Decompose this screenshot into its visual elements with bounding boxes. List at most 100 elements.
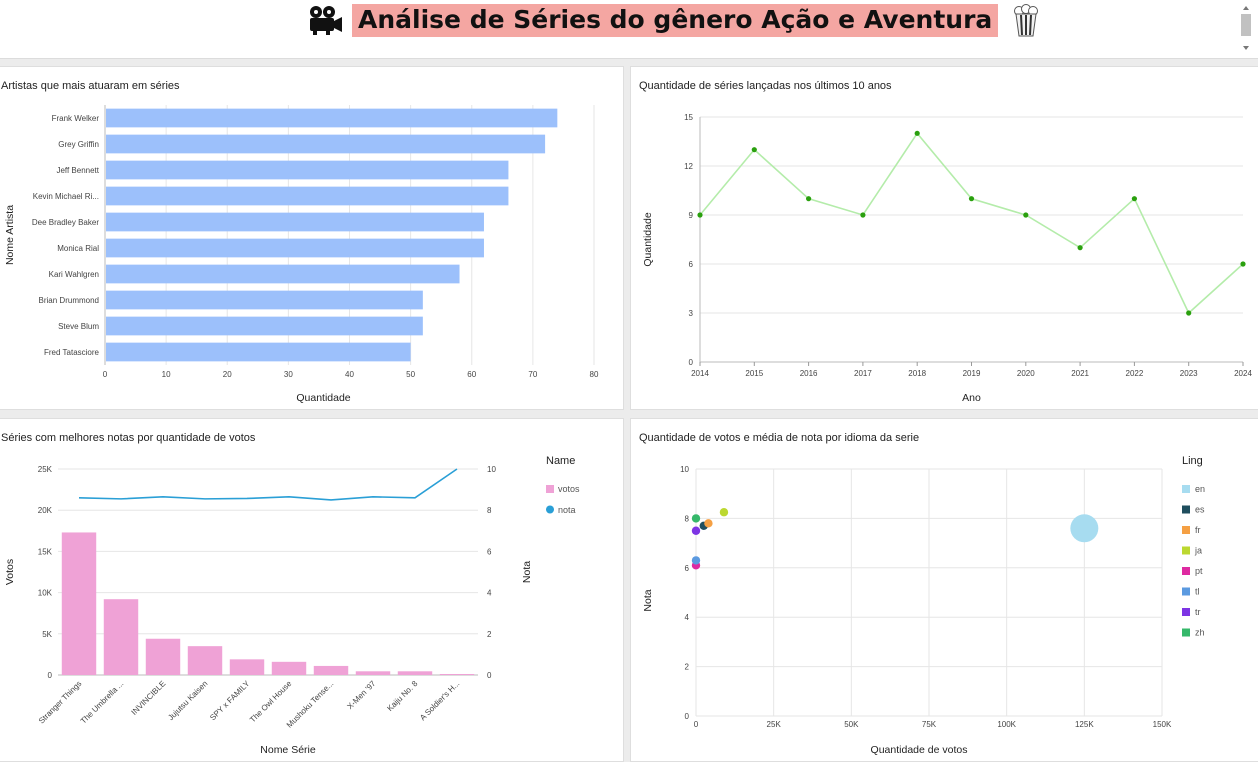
legend-label-ja: ja [1194,546,1202,556]
x-tick-label: 2024 [1234,369,1252,378]
x-tick-label: 20 [223,370,232,379]
series-line [699,131,1244,315]
bubble-zh [691,514,701,523]
data-point [806,196,812,202]
y-tick-label: 4 [685,613,690,622]
y-tick-label: 25K [38,465,53,474]
y-tick-label: 0 [689,358,694,367]
x-tick-label: Jujutsu Kaisen [166,679,209,722]
legend-label-nota: nota [558,505,576,515]
y-tick-label: 10 [680,465,689,474]
y-tick-label: Grey Griffin [58,140,99,149]
bar [355,671,391,675]
x-tick-label: 80 [590,370,599,379]
x-axis-label: Nome Série [260,744,316,756]
scroll-up-arrow-icon[interactable] [1243,6,1249,10]
y-tick-label: 2 [685,663,690,672]
y-tick-label: 10K [38,589,53,598]
page-scrollbar[interactable] [1240,4,1252,54]
y-tick-label: Dee Bradley Baker [32,218,99,227]
x-tick-label: X-Men '97 [345,679,377,711]
x-tick-label: Kaiju No. 8 [385,679,419,713]
y-tick-label: 0 [685,712,690,721]
y-tick-label: 6 [689,260,694,269]
legend-label-tr: tr [1195,607,1201,617]
x-tick-label: 75K [922,720,937,729]
x-tick-label: 70 [528,370,537,379]
y-tick-label: Fred Tatasciore [44,348,100,357]
y2-tick-label: 4 [487,589,492,598]
bubble-en [1070,514,1099,543]
bar [106,134,546,154]
film-camera-icon [310,6,342,35]
bar [106,160,509,180]
legend-swatch-nota [546,505,554,514]
data-point [1077,245,1083,251]
x-axis-label: Quantidade de votos [871,744,968,756]
y-tick-label: 9 [689,211,694,220]
bubble-tl [691,556,701,565]
popcorn-icon [1014,4,1039,37]
bar [103,599,139,675]
data-point [1023,212,1029,218]
x-tick-label: 0 [694,720,699,729]
nota-line [78,468,458,501]
data-point [697,212,703,218]
releases-chart-panel: Quantidade de séries lançadas nos último… [630,66,1258,410]
bar [439,674,475,675]
x-tick-label: 2023 [1180,369,1198,378]
x-tick-label: 0 [103,370,108,379]
bubble-fr [704,519,713,528]
y2-tick-label: 0 [487,671,492,680]
y-tick-label: 6 [685,564,690,573]
x-tick-label: Mushoku Tense... [285,679,336,730]
artists-bar-chart: 0 10 20 30 40 50 60 70 80 Frank Welker Grey Griffi… [4,105,599,404]
x-tick-label: 50K [844,720,859,729]
scrollbar-thumb[interactable] [1241,14,1251,36]
bar [106,108,558,128]
legend-label-es: es [1195,505,1205,515]
y-tick-label: 0 [48,671,53,680]
legend-swatch-fr [1182,526,1190,534]
title-wrap: Análise de Séries do gênero Ação e Avent… [304,3,1046,37]
data-point [968,196,975,202]
y-tick-label: Brian Drummond [39,296,99,305]
bubble-ja [719,508,729,517]
y-tick-label: Steve Blum [58,322,99,331]
x-tick-label: 40 [345,370,354,379]
legend-label-tl: tl [1195,587,1200,597]
data-point [751,147,757,153]
scroll-down-arrow-icon[interactable] [1243,46,1249,50]
y-tick-label: 5K [42,630,52,639]
bar [106,316,423,336]
x-tick-label: 30 [284,370,293,379]
bar [145,638,181,675]
x-tick-label: 25K [767,720,782,729]
languages-scatter-chart: 0 25K 50K 75K 100K 125K 150K 0 2 4 6 8 10 Quantidade … [642,455,1205,756]
y-tick-label: 15K [38,547,53,556]
bar [187,646,223,675]
x-tick-label: 60 [467,370,476,379]
y2-tick-label: 6 [487,547,492,556]
dashboard-title: Análise de Séries do gênero Ação e Avent… [352,3,999,37]
x-tick-label: 2021 [1071,369,1089,378]
legend-label-fr: fr [1195,525,1201,535]
y-axis-label: Votos [4,559,16,585]
y-tick-label: 20K [38,506,53,515]
legend-label-en: en [1195,484,1205,494]
x-tick-label: 2014 [691,369,709,378]
y-axis-label: Quantidade [642,212,654,266]
y2-tick-label: 10 [487,465,496,474]
x-tick-label: 150K [1153,720,1172,729]
legend-swatch-zh [1182,628,1190,637]
legend-title: Name [546,455,575,467]
bar [106,290,423,310]
bar [313,665,349,675]
languages-chart-panel: Quantidade de votos e média de nota por … [630,418,1258,762]
legend-swatch-ja [1182,546,1190,555]
data-point [1240,261,1246,267]
data-point [914,130,920,136]
x-tick-label: SPY x FAMILY [208,679,252,723]
legend-swatch-votos [546,485,554,493]
y-tick-label: Jeff Bennett [56,166,99,175]
